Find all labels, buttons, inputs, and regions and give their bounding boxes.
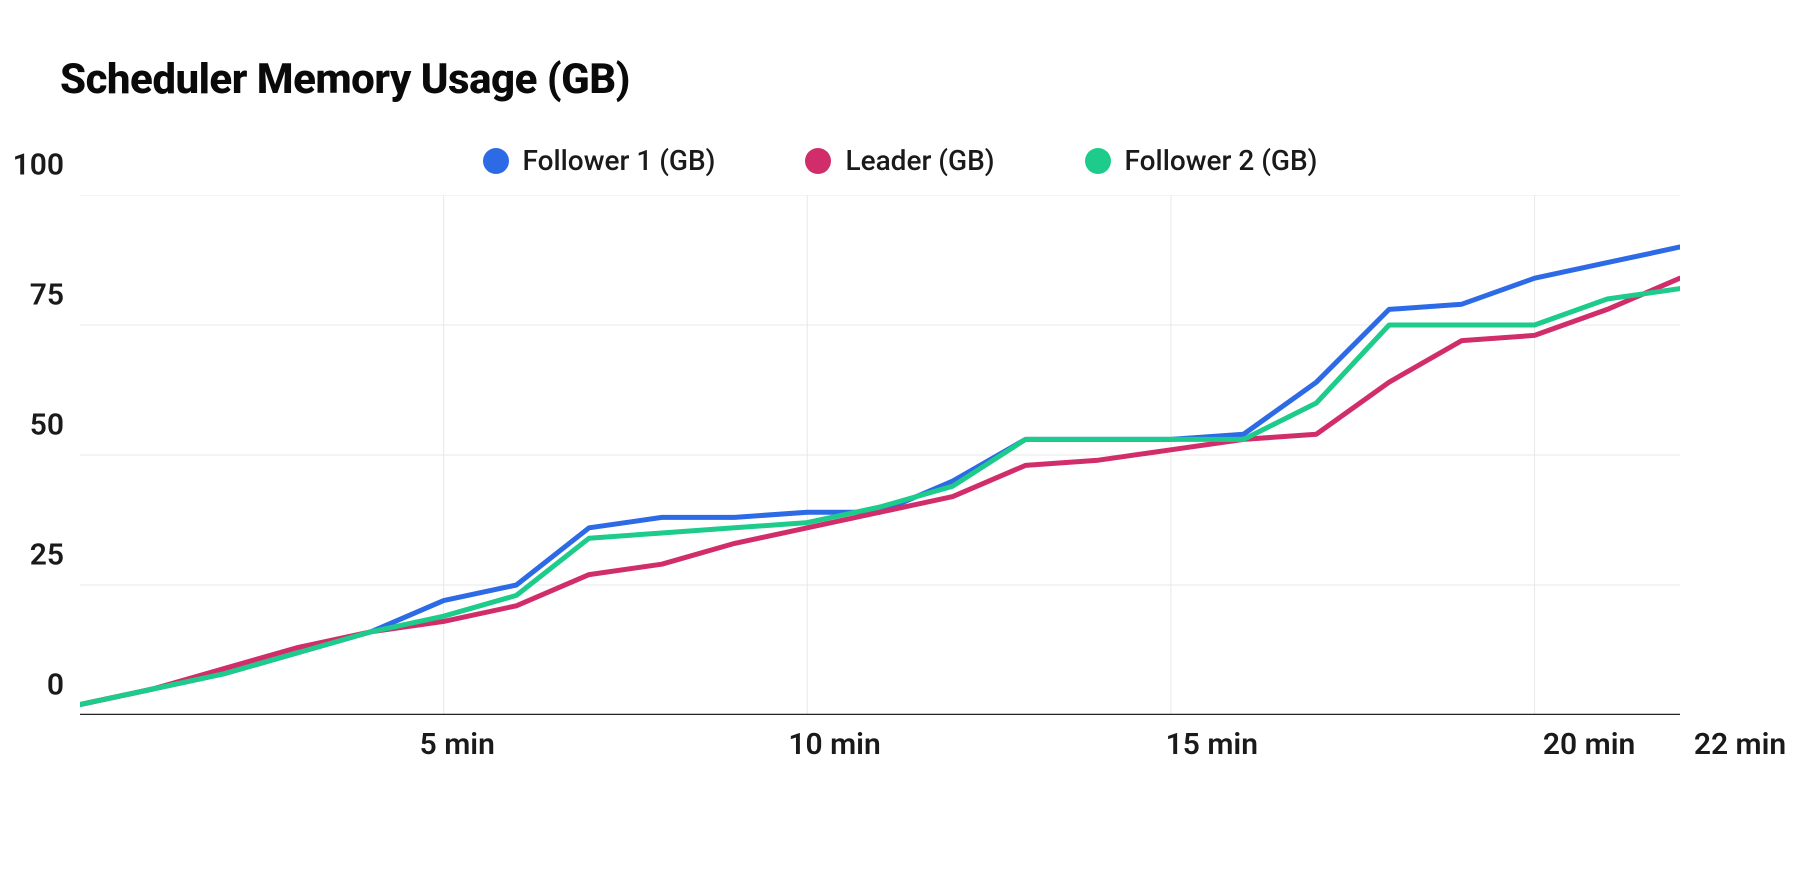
legend-item-leader: Leader (GB) [805,144,994,177]
chart-title: Scheduler Memory Usage (GB) [60,55,1740,104]
y-tick: 75 [30,278,80,313]
y-tick: 50 [30,408,80,443]
chart-container: Scheduler Memory Usage (GB) Follower 1 (… [60,55,1740,715]
series-line [80,278,1680,704]
legend-label: Leader (GB) [845,144,994,177]
legend-dot-icon [1085,148,1111,174]
x-tick: 10 min [788,727,880,762]
series-line [80,247,1680,705]
x-tick: 22 min [1694,727,1786,762]
x-tick: 20 min [1543,727,1635,762]
y-tick: 25 [30,538,80,573]
legend-label: Follower 1 (GB) [523,144,716,177]
y-tick: 0 [47,668,80,703]
legend: Follower 1 (GB) Leader (GB) Follower 2 (… [60,144,1740,177]
plot-area: 0 25 50 75 100 5 min10 min15 min20 min22… [80,195,1740,715]
x-tick: 15 min [1166,727,1258,762]
legend-dot-icon [805,148,831,174]
legend-dot-icon [483,148,509,174]
plot-svg [80,195,1680,715]
x-tick: 5 min [420,727,495,762]
y-tick: 100 [13,148,80,183]
legend-item-follower1: Follower 1 (GB) [483,144,716,177]
legend-item-follower2: Follower 2 (GB) [1085,144,1318,177]
legend-label: Follower 2 (GB) [1125,144,1318,177]
